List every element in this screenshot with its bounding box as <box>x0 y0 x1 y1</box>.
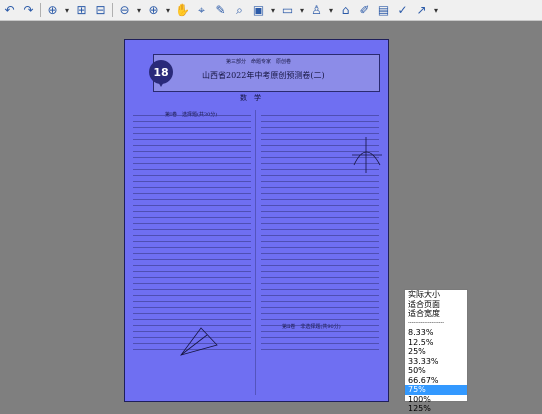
hand-icon[interactable]: ✋ <box>173 1 192 19</box>
zoom-option[interactable]: 33.33% <box>405 357 467 367</box>
chevron-down-icon[interactable]: ▾ <box>326 1 336 19</box>
zoom-option[interactable]: 25% <box>405 347 467 357</box>
zoom-option-selected[interactable]: 75% <box>405 385 467 395</box>
document-page: 第三部分 命题专家 原创卷 山西省2022年中考原创预测卷(二) 18 数 学 … <box>124 39 389 402</box>
attach-icon[interactable]: ⌂ <box>336 1 355 19</box>
header-band: 第三部分 命题专家 原创卷 山西省2022年中考原创预测卷(二) <box>153 54 380 92</box>
fit-page-icon[interactable]: ⊞ <box>72 1 91 19</box>
binoculars-icon[interactable]: ⌕ <box>230 1 249 19</box>
arrow-icon[interactable]: ↗ <box>412 1 431 19</box>
image-icon[interactable]: ▣ <box>249 1 268 19</box>
zoom-menu[interactable]: 实际大小 适合页面 适合宽度 -------------------- 8.33… <box>404 289 468 413</box>
page-number-badge: 18 <box>149 60 173 87</box>
zoom-option[interactable]: 实际大小 <box>405 290 467 300</box>
zoom-option[interactable]: 100% <box>405 395 467 405</box>
chevron-down-icon[interactable]: ▾ <box>62 1 72 19</box>
subject-title: 数 学 <box>240 94 261 102</box>
left-column <box>133 110 251 355</box>
header-line: 第三部分 命题专家 原创卷 <box>226 59 292 65</box>
zoom-option[interactable]: 8.33% <box>405 328 467 338</box>
chevron-down-icon[interactable]: ▾ <box>297 1 307 19</box>
zoom-option[interactable]: 适合宽度 <box>405 309 467 319</box>
triangle-figure <box>179 327 218 356</box>
chevron-down-icon[interactable]: ▾ <box>431 1 441 19</box>
menu-separator: -------------------- <box>408 319 445 326</box>
highlight-icon[interactable]: ✎ <box>211 1 230 19</box>
undo-icon[interactable]: ↶ <box>0 1 19 19</box>
chevron-down-icon[interactable]: ▾ <box>134 1 144 19</box>
select-icon[interactable]: ⌖ <box>192 1 211 19</box>
zoom-option[interactable]: 125% <box>405 404 467 414</box>
chevron-down-icon[interactable]: ▾ <box>268 1 278 19</box>
chevron-down-icon[interactable]: ▾ <box>163 1 173 19</box>
zoom-in-icon[interactable]: ⊕ <box>43 1 62 19</box>
zoom-option[interactable]: 66.67% <box>405 376 467 386</box>
edit-icon[interactable]: ✐ <box>355 1 374 19</box>
note-icon[interactable]: ▤ <box>374 1 393 19</box>
redo-icon[interactable]: ↷ <box>19 1 38 19</box>
fit-width-icon[interactable]: ⊟ <box>91 1 110 19</box>
zoom-option[interactable]: 12.5% <box>405 338 467 348</box>
geometry-figure <box>352 137 382 173</box>
column-divider <box>255 110 256 395</box>
page-number: 18 <box>153 65 169 79</box>
separator <box>112 3 113 17</box>
zoom-option[interactable]: 50% <box>405 366 467 376</box>
window-icon[interactable]: ▭ <box>278 1 297 19</box>
zoom-option[interactable]: 适合页面 <box>405 300 467 310</box>
separator <box>40 3 41 17</box>
toolbar: ↶ ↷ ⊕ ▾ ⊞ ⊟ ⊖ ▾ ⊕ ▾ ✋ ⌖ ✎ ⌕ ▣ ▾ ▭ ▾ ♙ ▾ … <box>0 0 542 21</box>
zoom-out-icon[interactable]: ⊖ <box>115 1 134 19</box>
add-icon[interactable]: ⊕ <box>144 1 163 19</box>
page-title: 山西省2022年中考原创预测卷(二) <box>202 71 325 80</box>
stamp-icon[interactable]: ♙ <box>307 1 326 19</box>
check-icon[interactable]: ✓ <box>393 1 412 19</box>
